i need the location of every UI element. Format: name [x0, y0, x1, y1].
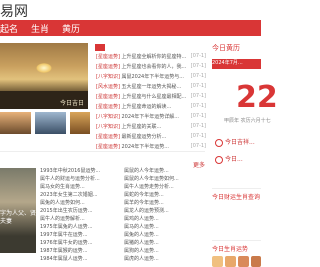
list-item[interactable]: 属虎的人运势...	[124, 255, 206, 263]
zodiac-luck-title[interactable]: 今日生肖运势	[212, 244, 248, 253]
zodiac-icon[interactable]	[251, 256, 261, 267]
yi-circle-icon	[215, 138, 223, 147]
list-item[interactable]: 属鼠的人今年运势...	[124, 167, 206, 175]
list-item[interactable]: 1976年属牛女的运势...	[40, 239, 120, 247]
news-item[interactable]: [星座运势] 最新星座运势分析... [07-1]	[96, 133, 206, 142]
nav-item-naming[interactable]: 起名	[0, 22, 18, 35]
list-item[interactable]: 属马女的生肖运势...	[40, 183, 120, 191]
top-bar: 易网	[0, 0, 261, 21]
sidebar-divider	[212, 188, 261, 189]
big-day-number: 22	[236, 80, 278, 115]
sidebar-almanac: 今日黄历	[212, 43, 261, 53]
news-item[interactable]: [八字知识] 2024年下半年运势详解... [07-1]	[96, 113, 206, 122]
zodiac-icon[interactable]	[225, 256, 236, 267]
ji-circle-icon	[215, 155, 223, 164]
list-item[interactable]: 属牛人的运势解析...	[40, 215, 120, 223]
zodiac-icons	[212, 256, 261, 267]
ji-item[interactable]: 今日...	[215, 154, 243, 164]
date-bar: 2024年7月...	[212, 59, 261, 69]
thumb-image-1[interactable]	[0, 112, 31, 134]
hero-image[interactable]: 今日吉日	[0, 43, 88, 109]
feature-photo-caption: 字为人父、贤夫妻	[0, 210, 37, 225]
list-item[interactable]: 属鸡的人运势...	[124, 215, 206, 223]
right-article-list: 属鼠的人今年运势... 属鼠的人今年运势如何... 属牛人运势走势分析... 属…	[124, 167, 206, 263]
list-item[interactable]: 2015年出生农历运势...	[40, 207, 120, 215]
list-item[interactable]: 属龙人的运势预测...	[124, 207, 206, 215]
news-item[interactable]: [风水运势] 五大星座一年运势大揭秘... [07-1]	[96, 83, 206, 92]
list-item[interactable]: 属羊的今年运势...	[124, 199, 206, 207]
list-item[interactable]: 1987年属猴的运势...	[40, 247, 120, 255]
list-item[interactable]: 属兔的人运势...	[124, 231, 206, 239]
sun-graphic	[36, 63, 52, 73]
list-item[interactable]: 2023年女生第二次婚姻...	[40, 191, 120, 199]
list-item[interactable]: 1975年属兔的人运势...	[40, 223, 120, 231]
list-item[interactable]: 1984年属鼠人运势...	[40, 255, 120, 263]
news-item[interactable]: [八字知识] 属鼠2024年下半年运势与... [07-1]	[96, 73, 206, 82]
site-logo[interactable]: 易网	[0, 1, 28, 21]
main-nav: 起名 生肖 黄历	[0, 20, 261, 36]
list-item[interactable]: 属兔的人运势如何...	[40, 199, 120, 207]
list-item[interactable]: 属鼠的人今年运势如何...	[124, 175, 206, 183]
sidebar-divider	[212, 240, 261, 241]
left-article-list: 1993年中秋2016鼠运势... 属牛人的财运与运势分析... 属马女的生肖运…	[40, 167, 120, 263]
news-item[interactable]: [星座运势] 上升星座也会看你的人，我... [07-1]	[96, 63, 206, 72]
sidebar-title: 今日黄历	[212, 44, 240, 52]
list-item[interactable]: 属蛇的今年运势...	[124, 191, 206, 199]
zodiac-icon[interactable]	[238, 256, 249, 267]
luck-title[interactable]: 今日财运生肖查询	[212, 192, 260, 201]
zodiac-icon[interactable]	[212, 256, 223, 267]
list-item[interactable]: 属牛人运势走势分析...	[124, 183, 206, 191]
lunar-date: 甲辰年 农历六月十七	[224, 118, 271, 124]
list-item[interactable]: 1993年中秋2016鼠运势...	[40, 167, 120, 175]
yi-item[interactable]: 今日吉祥...	[215, 137, 255, 147]
nav-item-almanac[interactable]: 黄历	[62, 22, 80, 35]
news-item[interactable]: [星座运势] 上升星座与什么星座最相配... [07-1]	[96, 93, 206, 102]
news-item[interactable]: [八字知识] 上升星座的关联... [07-1]	[96, 123, 206, 132]
news-item[interactable]: [星座运势] 上升星座全解析你的星座特... [07-1]	[96, 53, 206, 62]
hero-caption: 今日吉日	[59, 100, 84, 107]
nav-item-zodiac[interactable]: 生肖	[31, 22, 49, 35]
list-item[interactable]: 属牛人的财运与运势分析...	[40, 175, 120, 183]
news-item[interactable]: [星座运势] 上升星座命运的解读... [07-1]	[96, 103, 206, 112]
thumb-image-2[interactable]	[35, 112, 66, 134]
section-divider	[0, 151, 205, 152]
thumb-image-3[interactable]	[70, 112, 90, 134]
list-item[interactable]: 1997年属牛在运势...	[40, 231, 120, 239]
section-tag	[95, 44, 105, 51]
list-item[interactable]: 属马的人运势...	[124, 223, 206, 231]
list-item[interactable]: 属猪的人运势...	[124, 239, 206, 247]
list-item[interactable]: 属狗的人运势...	[124, 247, 206, 255]
